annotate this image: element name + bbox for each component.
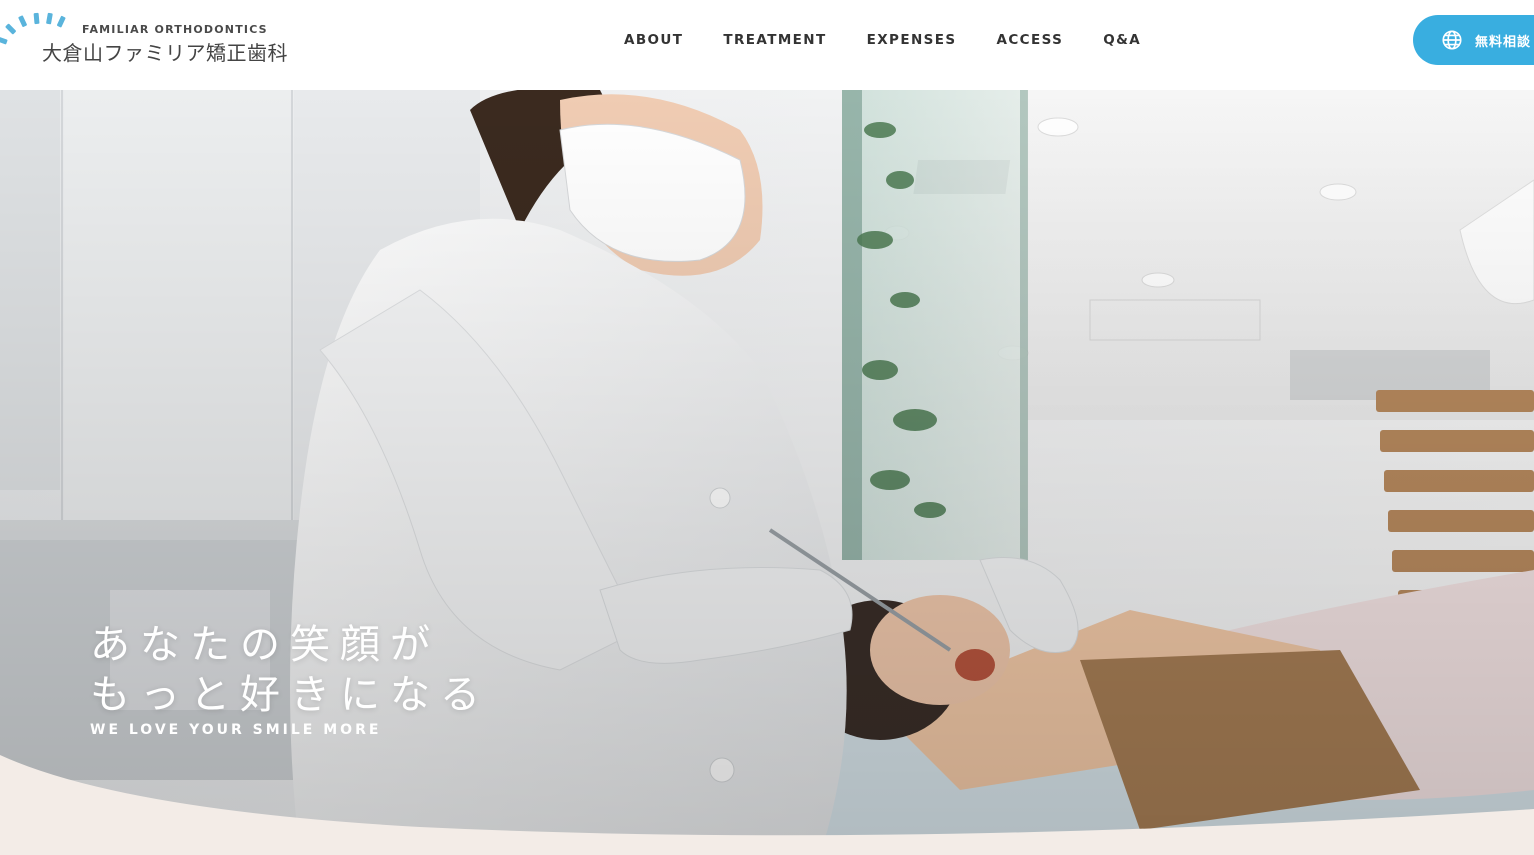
nav-item-access[interactable]: ACCESS — [997, 32, 1064, 48]
nav-item-expenses[interactable]: EXPENSES — [867, 32, 957, 48]
nav-item-treatment[interactable]: TREATMENT — [723, 32, 826, 48]
site-header: FAMILIAR ORTHODONTICS 大倉山ファミリア矯正歯科 ABOUT… — [0, 0, 1534, 90]
logo-name-en: FAMILIAR ORTHODONTICS — [82, 23, 268, 36]
logo-name-ja: 大倉山ファミリア矯正歯科 — [42, 41, 288, 65]
hero-headline-line-2: もっと好きになる — [90, 672, 490, 718]
globe-icon — [1442, 30, 1462, 50]
site-logo[interactable]: FAMILIAR ORTHODONTICS 大倉山ファミリア矯正歯科 — [0, 10, 320, 70]
main-nav: ABOUT TREATMENT EXPENSES ACCESS Q&A — [624, 32, 1181, 48]
consultation-label: 無料相談 — [1475, 34, 1532, 50]
hero-photo — [0, 90, 1534, 855]
hero-subheadline: WE LOVE YOUR SMILE MORE — [90, 722, 382, 738]
hero-headline-line-1: あなたの笑顔が — [90, 622, 440, 668]
hero-bottom-wave — [0, 755, 1534, 855]
hero-copy: あなたの笑顔が もっと好きになる WE LOVE YOUR SMILE MORE — [90, 620, 490, 738]
nav-item-qa[interactable]: Q&A — [1103, 32, 1141, 48]
hero-section: あなたの笑顔が もっと好きになる WE LOVE YOUR SMILE MORE — [0, 90, 1534, 855]
nav-item-about[interactable]: ABOUT — [624, 32, 683, 48]
free-consultation-button[interactable]: 無料相談 — [1413, 15, 1534, 65]
